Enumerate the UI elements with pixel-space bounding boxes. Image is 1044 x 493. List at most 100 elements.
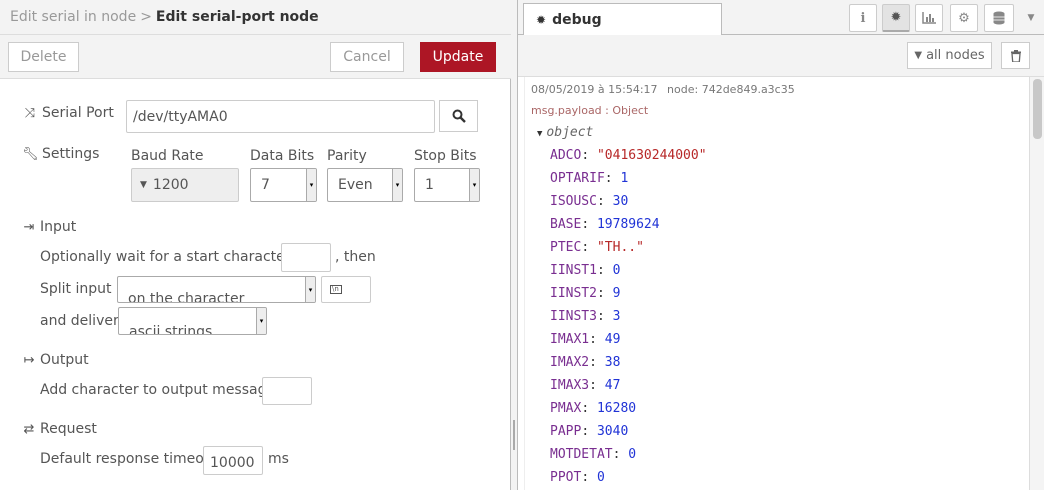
data-bits-select[interactable]: 7 ▾ xyxy=(250,168,317,202)
property-row[interactable]: IMAX1: 49 xyxy=(550,332,707,355)
debug-scrollbar[interactable] xyxy=(1029,77,1044,490)
wrench-icon: 🔧︎ xyxy=(22,146,39,162)
deliver-label: and deliver xyxy=(40,313,119,329)
delete-button[interactable]: Delete xyxy=(8,42,79,72)
debug-message-list: 08/05/2019 à 15:54:17 node: 742de849.a3c… xyxy=(518,77,1044,490)
start-char-input[interactable] xyxy=(281,243,331,272)
context-tab-button[interactable] xyxy=(984,4,1014,32)
property-value: 9 xyxy=(612,286,621,301)
breadcrumb-parent[interactable]: Edit serial in node xyxy=(10,9,136,25)
property-separator: : xyxy=(596,263,613,278)
property-separator: : xyxy=(589,332,605,347)
property-row[interactable]: IINST1: 0 xyxy=(550,263,707,286)
update-button[interactable]: Update xyxy=(420,42,496,72)
property-separator: : xyxy=(589,378,605,393)
shuffle-icon: ⤨ xyxy=(24,105,36,121)
caret-down-icon: ▼ xyxy=(537,129,543,139)
chevron-down-icon: ▼ xyxy=(1027,13,1035,23)
tray-toolbar: Delete Cancel Update xyxy=(0,35,511,79)
split-char-input[interactable]: \n xyxy=(321,276,371,303)
dashboard-tab-button[interactable] xyxy=(915,4,943,32)
property-row[interactable]: ISOUSC: 30 xyxy=(550,194,707,217)
chart-icon xyxy=(922,12,936,24)
breadcrumb: Edit serial in node > Edit serial-port nod… xyxy=(10,9,319,25)
baud-rate-combo[interactable]: ▼ 1200 xyxy=(131,168,239,202)
stop-bits-value: 1 xyxy=(425,177,434,193)
property-row[interactable]: MOTDETAT: 0 xyxy=(550,447,707,470)
bug-icon: ✹ xyxy=(890,10,902,25)
gear-icon: ⚙ xyxy=(958,10,970,26)
property-row[interactable]: BASE: 19789624 xyxy=(550,217,707,240)
config-tab-button[interactable]: ⚙ xyxy=(950,4,978,32)
breadcrumb-current: Edit serial-port node xyxy=(155,9,319,25)
property-value: 3040 xyxy=(596,424,629,439)
debug-tab-button[interactable]: ✹ xyxy=(882,4,910,32)
property-value: 47 xyxy=(604,378,621,393)
object-properties: ADCO: "041630244000" OPTARIF: 1 ISOUSC: 30… xyxy=(550,148,707,493)
property-row[interactable]: OPTARIF: 1 xyxy=(550,171,707,194)
sign-in-icon: ⇥ xyxy=(23,219,35,235)
property-key: PAPP xyxy=(550,424,582,439)
property-value: "TH.." xyxy=(596,240,644,255)
property-separator: : xyxy=(581,424,597,439)
split-char-value: \n xyxy=(330,285,342,294)
property-value: 0 xyxy=(596,470,605,485)
message-node-id[interactable]: node: 742de849.a3c35 xyxy=(667,83,795,96)
deliver-value: ascii strings xyxy=(129,324,213,335)
filter-nodes-label: all nodes xyxy=(926,48,985,63)
property-row[interactable]: PTEC: "TH.." xyxy=(550,240,707,263)
property-row[interactable]: ADCO: "041630244000" xyxy=(550,148,707,171)
property-row[interactable]: PAPP: 3040 xyxy=(550,424,707,447)
parity-select[interactable]: Even ▾ xyxy=(327,168,403,202)
property-value: 30 xyxy=(612,194,629,209)
deliver-select[interactable]: ascii strings ▾ xyxy=(118,307,267,335)
property-value: 38 xyxy=(604,355,621,370)
sidebar-menu-button[interactable]: ▼ xyxy=(1020,4,1042,32)
property-separator: : xyxy=(596,194,613,209)
property-key: ADCO xyxy=(550,148,582,163)
property-value: "041630244000" xyxy=(596,148,707,163)
output-section-label-text: Output xyxy=(40,352,89,368)
breadcrumb-separator: > xyxy=(140,9,152,25)
stop-bits-select[interactable]: 1 ▾ xyxy=(414,168,480,202)
property-key: PMAX xyxy=(550,401,582,416)
split-input-value: on the character xyxy=(128,291,245,303)
property-row[interactable]: IMAX3: 47 xyxy=(550,378,707,401)
split-input-select[interactable]: on the character ▾ xyxy=(117,276,316,303)
debug-toolbar: ▼ all nodes xyxy=(518,35,1044,77)
property-key: BASE xyxy=(550,217,582,232)
property-row[interactable]: IMAX2: 38 xyxy=(550,355,707,378)
filter-nodes-button[interactable]: ▼ all nodes xyxy=(907,42,992,69)
add-char-input[interactable] xyxy=(262,377,312,405)
input-section-label: ⇥ Input xyxy=(22,219,77,235)
input-section-label-text: Input xyxy=(40,219,77,235)
tab-debug-label: debug xyxy=(552,12,602,28)
splitter-grip[interactable] xyxy=(513,420,515,450)
clear-messages-button[interactable] xyxy=(1001,42,1030,69)
object-toggle[interactable]: ▼ object xyxy=(537,125,593,140)
property-separator: : xyxy=(596,309,613,324)
property-row[interactable]: IINST3: 3 xyxy=(550,309,707,332)
info-tab-button[interactable]: i xyxy=(849,4,877,32)
property-value: 3 xyxy=(612,309,621,324)
output-section-label: ↦ Output xyxy=(22,352,89,368)
timeout-text: Default response timeout xyxy=(40,451,219,467)
debug-sidebar: ✹ debug i ✹ ⚙ ▼ ▼ all nodes 08/05/2019 à 1… xyxy=(517,0,1044,490)
property-row[interactable]: IINST2: 9 xyxy=(550,286,707,309)
property-separator: : xyxy=(581,470,597,485)
property-key: IMAX2 xyxy=(550,355,590,370)
property-row[interactable]: PMAX: 16280 xyxy=(550,401,707,424)
cancel-button[interactable]: Cancel xyxy=(330,42,404,72)
property-key: MOTDETAT xyxy=(550,447,613,462)
scrollbar-thumb[interactable] xyxy=(1033,79,1042,139)
serial-port-search-button[interactable] xyxy=(439,100,478,132)
timeout-input[interactable]: 10000 xyxy=(203,446,263,475)
tab-debug[interactable]: ✹ debug xyxy=(523,3,722,36)
serial-port-label-text: Serial Port xyxy=(42,105,114,121)
timeout-unit: ms xyxy=(268,451,289,467)
property-separator: : xyxy=(581,217,597,232)
property-key: PTEC xyxy=(550,240,582,255)
select-arrow-icon: ▾ xyxy=(256,308,266,334)
property-separator: : xyxy=(589,355,605,370)
serial-port-input[interactable]: /dev/ttyAMA0 xyxy=(126,100,435,133)
